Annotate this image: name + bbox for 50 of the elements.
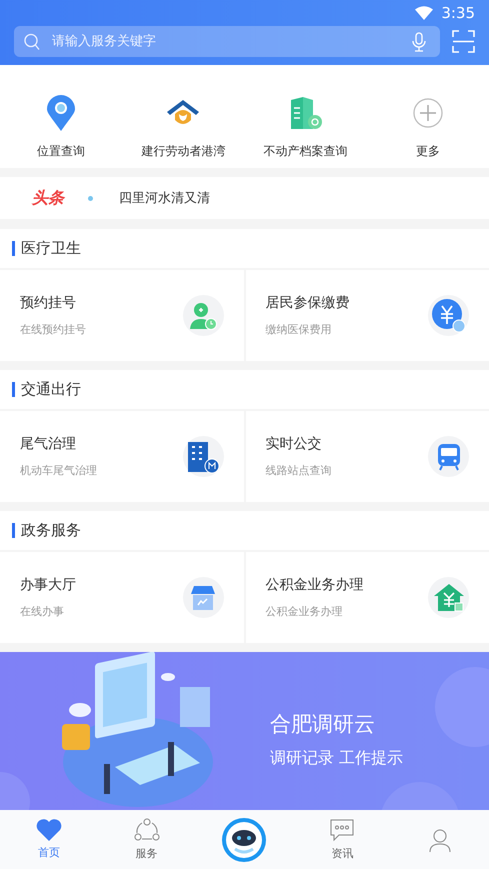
building-search-icon — [288, 96, 323, 130]
share-nodes-icon — [134, 818, 160, 842]
yuan-coin-icon — [430, 298, 466, 334]
service-card[interactable]: 办事大厅 在线办事 — [0, 552, 244, 643]
plus-icon — [412, 98, 443, 128]
shop-icon — [189, 584, 217, 612]
card-title: 办事大厅 — [20, 576, 76, 594]
service-card[interactable]: 预约挂号 在线预约挂号 — [0, 270, 244, 361]
headline-logo: 头条 — [32, 188, 64, 208]
section-title: 政务服务 — [21, 521, 81, 540]
card-subtitle: 线路站点查询 — [266, 463, 332, 478]
card-title: 尾气治理 — [20, 435, 77, 453]
section-title: 交通出行 — [21, 380, 81, 399]
card-title: 预约挂号 — [20, 294, 77, 312]
service-item[interactable]: 位置查询 — [0, 93, 122, 160]
service-card[interactable]: 公积金业务办理 公积金业务办理 — [246, 552, 489, 643]
card-subtitle: 缴纳医保费用 — [266, 322, 332, 337]
card-title: 居民参保缴费 — [266, 294, 350, 312]
service-item[interactable]: 更多 — [366, 93, 489, 160]
card-subtitle: 机动车尾气治理 — [20, 463, 97, 478]
card-subtitle: 在线办事 — [20, 604, 65, 619]
banner-title: 合肥调研云 — [270, 711, 376, 738]
tab-item[interactable]: 首页 — [0, 810, 98, 869]
service-card[interactable]: 居民参保缴费 缴纳医保费用 — [246, 270, 489, 361]
service-card[interactable]: 尾气治理 机动车尾气治理 — [0, 411, 244, 502]
status-time: 3:35 — [441, 4, 475, 22]
banner-subtitle: 调研记录 工作提示 — [270, 748, 404, 769]
service-item[interactable]: 不动产档案查询 — [244, 93, 367, 160]
service-item[interactable]: 建行劳动者港湾 — [122, 93, 244, 160]
service-card[interactable]: 实时公交 线路站点查询 — [246, 411, 489, 502]
card-subtitle: 在线预约挂号 — [20, 322, 86, 337]
search-icon — [24, 33, 40, 50]
card-subtitle: 公积金业务办理 — [266, 604, 344, 619]
office-building-icon — [187, 440, 219, 472]
card-title: 公积金业务办理 — [266, 576, 364, 594]
chat-bubble-icon — [329, 818, 356, 842]
section-title: 医疗卫生 — [21, 239, 81, 258]
doctor-clock-icon — [189, 302, 217, 330]
location-pin-icon — [47, 95, 76, 131]
headline-text[interactable]: 四里河水清又清 — [119, 189, 210, 207]
tab-item[interactable]: 服务 — [98, 810, 196, 869]
tab-item[interactable]: 资讯 — [293, 810, 392, 869]
robot-icon — [221, 816, 268, 862]
microphone-icon[interactable] — [412, 32, 426, 52]
house-yuan-icon — [432, 582, 464, 612]
wifi-icon — [415, 6, 434, 20]
heart-icon — [36, 819, 62, 841]
card-title: 实时公交 — [266, 435, 322, 453]
scan-icon[interactable] — [452, 30, 475, 53]
person-icon — [428, 828, 452, 852]
